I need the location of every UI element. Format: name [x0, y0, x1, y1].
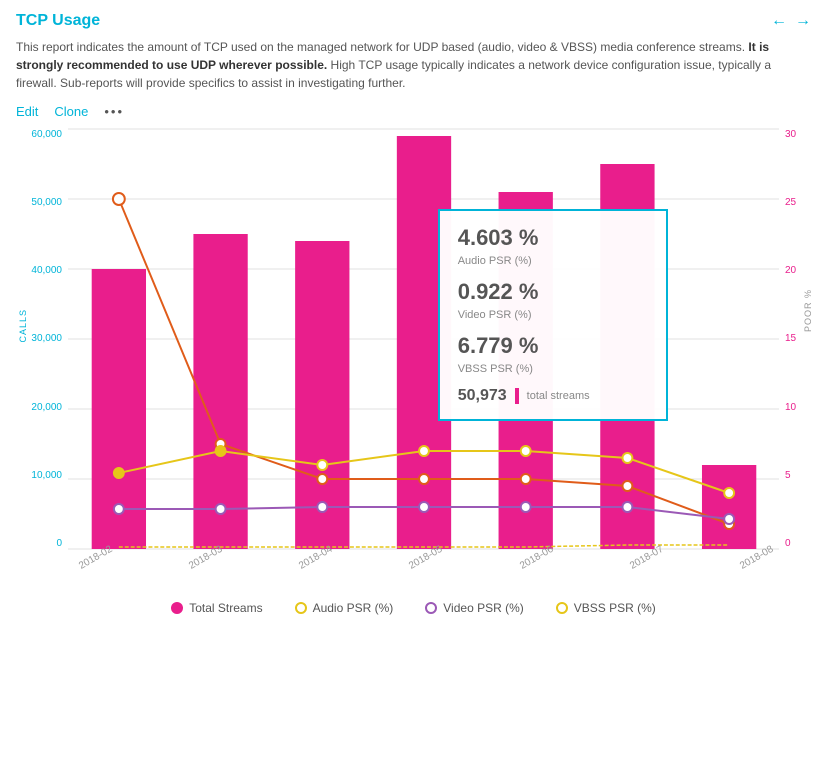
legend-vbss-psr: VBSS PSR (%)	[556, 601, 656, 615]
dot-audio-5	[622, 453, 632, 463]
tooltip-audio-label: Audio PSR (%)	[458, 255, 532, 267]
legend-dot-total	[171, 602, 183, 614]
dot-audio-2	[317, 460, 327, 470]
dot-video-2	[317, 502, 327, 512]
tooltip-vbss-label: VBSS PSR (%)	[458, 363, 533, 375]
dot-video-1	[216, 504, 226, 514]
legend-label-video: Video PSR (%)	[443, 601, 523, 615]
dot-video-6	[724, 514, 734, 524]
tooltip-audio-value: 4.603 %	[458, 225, 648, 251]
tooltip-audio-row: 4.603 % Audio PSR (%)	[458, 225, 648, 269]
dot-video-5	[622, 502, 632, 512]
description-text: This report indicates the amount of TCP …	[16, 38, 811, 92]
legend: Total Streams Audio PSR (%) Video PSR (%…	[16, 597, 811, 615]
tooltip-vbss-row: 6.779 % VBSS PSR (%)	[458, 333, 648, 377]
dot-video-0	[114, 504, 124, 514]
tooltip-vbss-value: 6.779 %	[458, 333, 648, 359]
tooltip-streams-bar	[515, 388, 519, 404]
dot-total-2	[317, 474, 327, 484]
tooltip-video-label: Video PSR (%)	[458, 309, 532, 321]
edit-button[interactable]: Edit	[16, 104, 38, 119]
page-title: TCP Usage	[16, 12, 100, 30]
clone-button[interactable]: Clone	[54, 104, 88, 119]
chart-svg	[68, 129, 779, 549]
x-axis: 2018-02 2018-03 2018-04 2018-05 2018-06 …	[68, 553, 779, 564]
legend-audio-psr: Audio PSR (%)	[295, 601, 394, 615]
dot-video-3	[419, 502, 429, 512]
legend-dot-audio	[295, 602, 307, 614]
y-axis-left: 60,000 50,000 40,000 30,000 20,000 10,00…	[16, 129, 68, 549]
tooltip-video-value: 0.922 %	[458, 279, 648, 305]
dot-audio-1	[216, 446, 226, 456]
next-arrow[interactable]: →	[795, 12, 811, 30]
dot-total-0	[113, 193, 125, 205]
dot-total-5	[622, 481, 632, 491]
chart-plot: 4.603 % Audio PSR (%) 0.922 % Video PSR …	[68, 129, 779, 549]
dot-video-4	[521, 502, 531, 512]
legend-total-streams: Total Streams	[171, 601, 262, 615]
y-axis-right: 30 25 20 15 10 5 0	[781, 129, 811, 549]
chart-wrapper: CALLS 60,000 50,000 40,000 30,000 20,000…	[16, 129, 811, 609]
tooltip-video-row: 0.922 % Video PSR (%)	[458, 279, 648, 323]
legend-dot-video	[425, 602, 437, 614]
dot-total-3	[419, 474, 429, 484]
tooltip-streams-label: total streams	[527, 390, 590, 402]
tooltip-streams-row: 50,973 total streams	[458, 387, 648, 405]
tooltip: 4.603 % Audio PSR (%) 0.922 % Video PSR …	[438, 209, 668, 421]
tooltip-streams-value: 50,973	[458, 387, 507, 405]
dot-audio-4	[521, 446, 531, 456]
legend-video-psr: Video PSR (%)	[425, 601, 523, 615]
bar-6	[702, 465, 756, 549]
dot-audio-3	[419, 446, 429, 456]
dot-total-4	[521, 474, 531, 484]
y-axis-right-label: POOR %	[803, 289, 813, 332]
bar-1	[193, 234, 247, 549]
dot-audio-0	[114, 468, 124, 478]
legend-label-total: Total Streams	[189, 601, 262, 615]
dot-audio-6	[724, 488, 734, 498]
legend-label-audio: Audio PSR (%)	[313, 601, 394, 615]
legend-label-vbss: VBSS PSR (%)	[574, 601, 656, 615]
more-button[interactable]: •••	[104, 104, 124, 119]
prev-arrow[interactable]: ←	[771, 12, 787, 30]
chart-area: CALLS 60,000 50,000 40,000 30,000 20,000…	[16, 129, 811, 589]
legend-dot-vbss	[556, 602, 568, 614]
